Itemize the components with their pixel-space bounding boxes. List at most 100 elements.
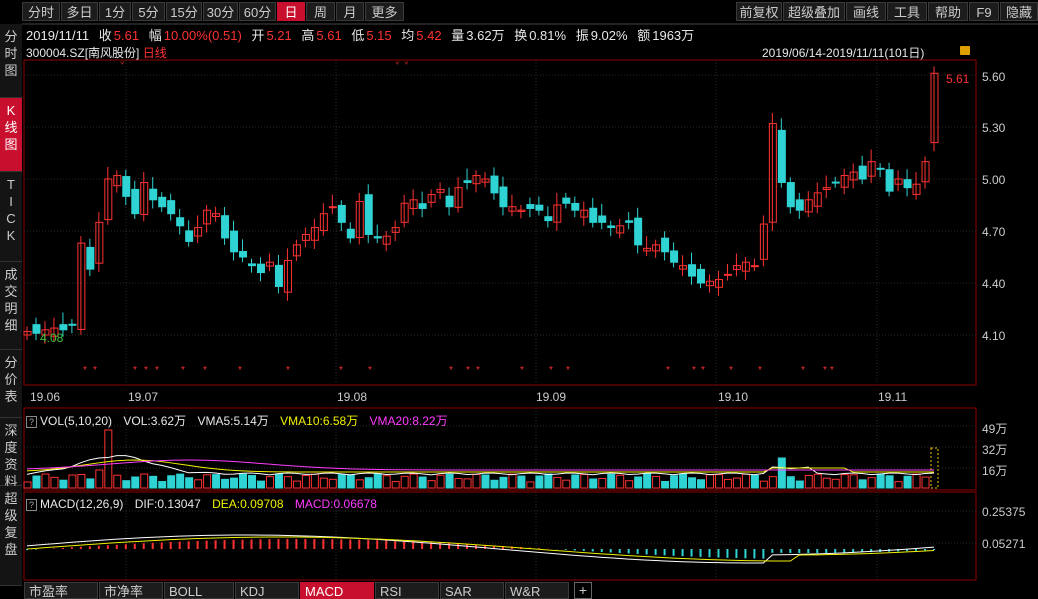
volume-tick: 49万: [982, 422, 1008, 436]
indicator-tab-4[interactable]: MACD: [300, 582, 374, 599]
volume-tick: 16万: [982, 464, 1008, 478]
help-icon[interactable]: ?: [26, 415, 37, 428]
volume-bar: [490, 479, 499, 489]
volume-bar: [23, 481, 32, 489]
event-star: *: [144, 365, 148, 376]
indicator-tab-6[interactable]: SAR: [440, 582, 504, 599]
candle-body: [490, 175, 499, 194]
volume-bar: [831, 478, 840, 489]
price-tick: 4.40: [982, 277, 1006, 291]
date-tick: 19.07: [128, 390, 159, 404]
candle-body: [418, 203, 427, 209]
volume-bar: [840, 474, 849, 489]
event-star: *: [133, 365, 137, 376]
volume-bar: [185, 477, 194, 489]
price-tick: 5.30: [982, 121, 1006, 135]
candle-body: [337, 204, 346, 223]
macd-tick: 0.25375: [982, 505, 1026, 519]
volume-bar: [355, 479, 364, 489]
candle-body: [544, 216, 553, 222]
volume-bar: [688, 477, 697, 489]
event-star: *: [339, 365, 343, 376]
volume-bar: [86, 478, 95, 489]
event-star: *: [238, 365, 242, 376]
event-star: *: [549, 365, 553, 376]
indicator-tab-1[interactable]: 市净率: [99, 582, 163, 599]
volume-bar: [894, 481, 903, 489]
event-star: *: [823, 365, 827, 376]
candle-body: [32, 324, 41, 334]
add-indicator-button[interactable]: +: [574, 582, 592, 599]
volume-bar: [732, 477, 741, 489]
date-tick: 19.06: [30, 390, 61, 404]
volume-bar: [553, 476, 562, 489]
candle-body: [634, 217, 643, 246]
candle-body: [535, 204, 544, 211]
indicator-tab-5[interactable]: RSI: [375, 582, 439, 599]
candle-body: [167, 200, 176, 215]
volume-bar: [517, 475, 526, 489]
volume-bar: [239, 473, 248, 489]
volume-bar: [436, 474, 445, 489]
volume-bar: [876, 473, 885, 489]
indicator-tab-3[interactable]: KDJ: [235, 582, 299, 599]
candle-body: [176, 217, 185, 227]
event-star: *: [701, 365, 705, 376]
macd-tick: 0.05271: [982, 537, 1026, 551]
indicator-tab-2[interactable]: BOLL: [164, 582, 234, 599]
volume-bar: [670, 475, 679, 489]
event-star: *: [181, 365, 185, 376]
help-icon[interactable]: ?: [26, 498, 37, 511]
volume-bar: [382, 475, 391, 489]
event-marker: ᘁ: [395, 60, 400, 70]
event-star: *: [566, 365, 570, 376]
volume-bar: [598, 477, 607, 489]
volume-bar: [526, 481, 535, 489]
indicator-tab-0[interactable]: 市盈率: [24, 582, 98, 599]
volume-bar: [768, 476, 777, 489]
candle-body: [795, 199, 804, 211]
volume-bar: [481, 474, 490, 489]
candle-body: [274, 264, 283, 287]
volume-bar: [104, 429, 113, 489]
volume-bar: [292, 480, 301, 489]
volume-bar: [885, 475, 894, 489]
event-star: *: [758, 365, 762, 376]
indicator-tab-7[interactable]: W&R: [505, 582, 569, 599]
volume-bar: [310, 473, 319, 489]
volume-bar: [777, 457, 786, 489]
volume-bar: [265, 476, 274, 489]
volume-bar: [625, 480, 634, 489]
volume-bar: [786, 476, 795, 489]
event-star: *: [830, 365, 834, 376]
candle-body: [589, 207, 598, 223]
volume-bar: [903, 475, 912, 489]
candle-body: [571, 202, 580, 211]
candle-body: [463, 180, 472, 183]
volume-bar: [535, 475, 544, 489]
stock-chart-app: 分时 多日 1分 5分 15分 30分 60分日周月更多 前复权 超级叠加 画线 工具 帮助 F9 隐藏…: [0, 0, 1038, 599]
event-star: *: [666, 365, 670, 376]
volume-bar: [319, 477, 328, 489]
volume-bar: [400, 475, 409, 489]
volume-bar: [391, 481, 400, 489]
volume-bar: [212, 474, 221, 489]
volume-bar: [59, 479, 68, 489]
event-marker: ᘁ: [120, 60, 125, 70]
volume-bar: [454, 478, 463, 489]
event-star: *: [93, 365, 97, 376]
volume-bar: [634, 476, 643, 489]
candle-body: [158, 196, 167, 208]
volume-bar: [723, 478, 732, 489]
volume-bar: [750, 475, 759, 489]
volume-bar: [113, 474, 122, 489]
candle-body: [230, 230, 239, 253]
volume-bar: [759, 480, 768, 489]
low-marker: 4.08: [40, 331, 64, 345]
date-tick: 19.09: [536, 390, 567, 404]
candle-body: [59, 324, 68, 331]
volume-bar: [921, 476, 930, 489]
date-tick: 19.11: [878, 390, 908, 404]
volume-bar: [221, 478, 230, 489]
volume-bar: [194, 479, 203, 489]
